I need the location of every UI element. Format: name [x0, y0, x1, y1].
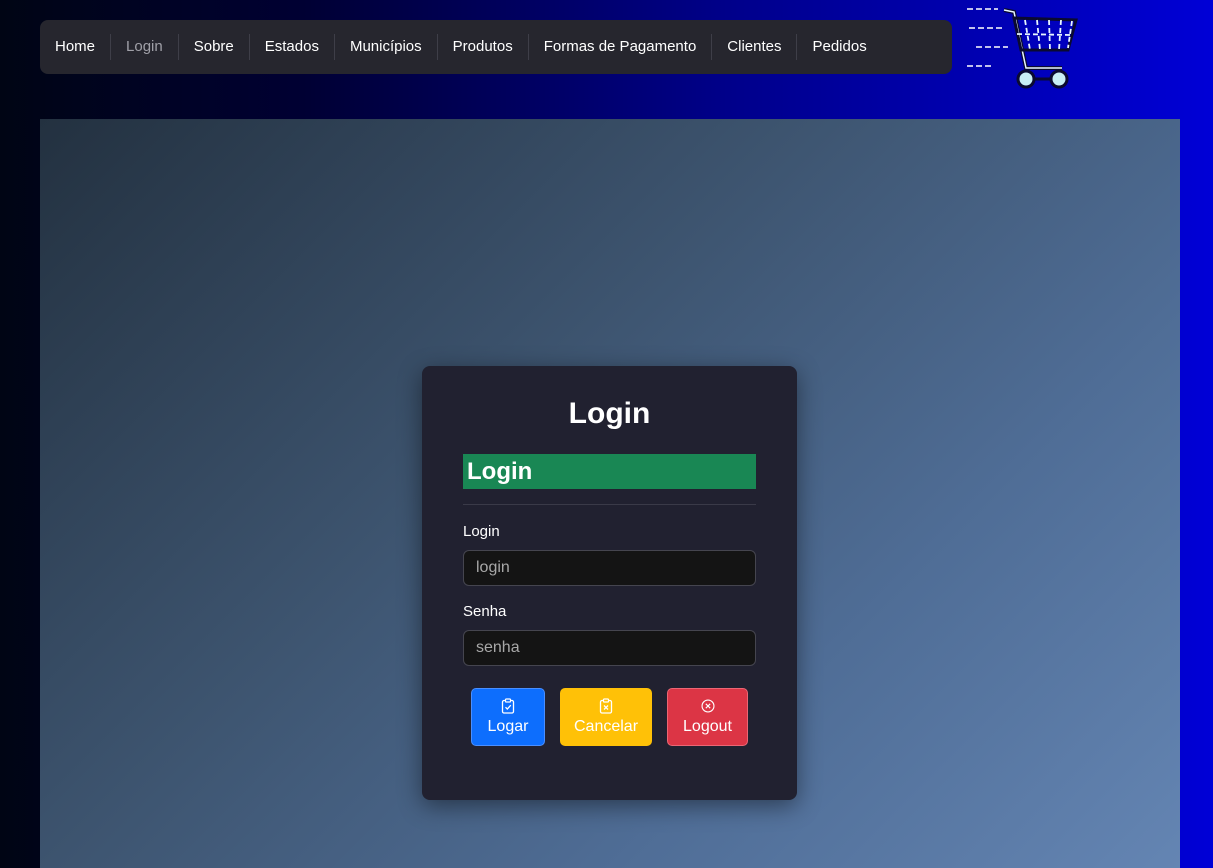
button-group: Logar Cancelar Logout	[463, 688, 756, 746]
logout-button[interactable]: Logout	[667, 688, 748, 746]
login-card: Login Login Login Senha Logar	[422, 366, 797, 800]
nav-item-pedidos[interactable]: Pedidos	[797, 34, 881, 60]
x-circle-icon	[700, 699, 715, 713]
cancel-button[interactable]: Cancelar	[560, 688, 652, 746]
logout-button-label: Logout	[683, 718, 732, 735]
nav-item-formas-de-pagamento[interactable]: Formas de Pagamento	[529, 34, 713, 60]
clipboard-check-icon	[501, 698, 515, 714]
nav-item-sobre[interactable]: Sobre	[179, 34, 250, 60]
nav-item-home[interactable]: Home	[40, 34, 112, 60]
divider	[463, 504, 756, 505]
shopping-cart-icon	[964, 4, 1080, 94]
login-card-title: Login	[568, 397, 651, 430]
nav-item-municipios[interactable]: Municípios	[335, 34, 438, 60]
main-navbar: Home Login Sobre Estados Municípios Prod…	[40, 20, 952, 74]
clipboard-x-icon	[599, 698, 613, 714]
login-input[interactable]	[463, 550, 756, 586]
nav-item-login[interactable]: Login	[111, 34, 179, 60]
login-banner: Login	[463, 454, 756, 489]
password-input[interactable]	[463, 630, 756, 666]
login-label: Login	[463, 523, 500, 540]
nav-item-estados[interactable]: Estados	[250, 34, 335, 60]
cancel-button-label: Cancelar	[573, 718, 639, 735]
login-button-label: Logar	[487, 718, 529, 735]
login-button[interactable]: Logar	[471, 688, 545, 746]
main-content: Login Login Login Senha Logar	[40, 119, 1180, 868]
nav-item-produtos[interactable]: Produtos	[438, 34, 529, 60]
nav-item-clientes[interactable]: Clientes	[712, 34, 798, 60]
password-label: Senha	[463, 603, 507, 620]
